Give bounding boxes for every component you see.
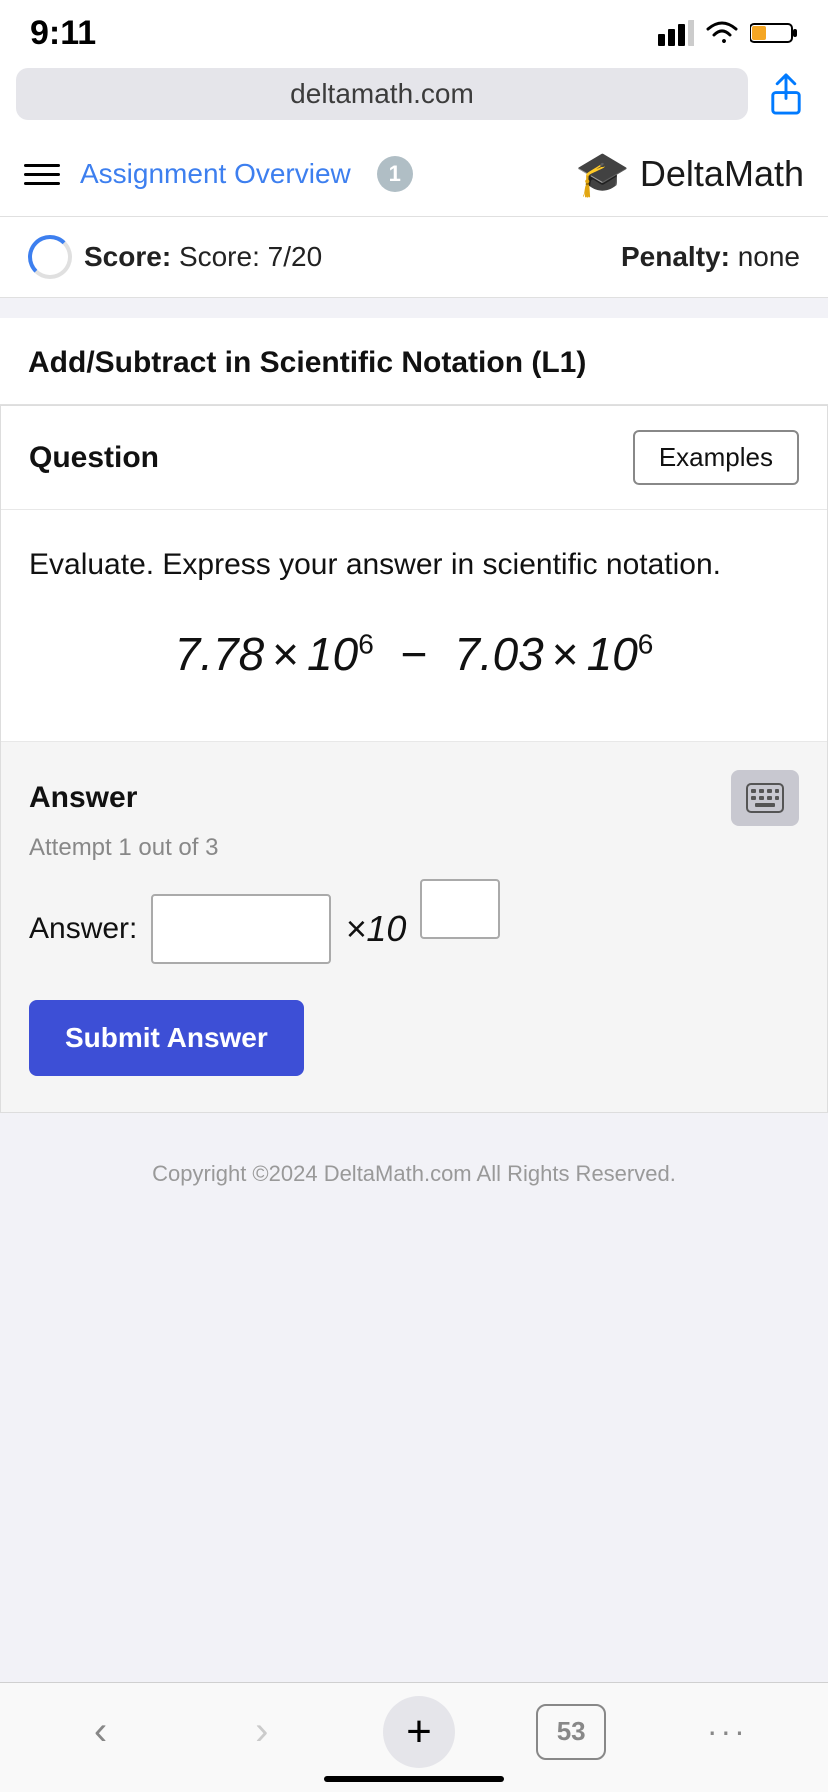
question-card: Question Examples Evaluate. Express your… (0, 405, 828, 1113)
hamburger-menu-icon[interactable] (24, 164, 60, 185)
footer: Copyright ©2024 DeltaMath.com All Rights… (0, 1113, 828, 1211)
status-icons (658, 19, 798, 47)
penalty-text: Penalty: none (621, 241, 800, 273)
home-indicator (324, 1776, 504, 1782)
problem-title-bar: Add/Subtract in Scientific Notation (L1) (0, 318, 828, 405)
copyright-text: Copyright ©2024 DeltaMath.com All Rights… (152, 1161, 676, 1186)
math-term1: 7.78×106 (175, 628, 387, 680)
address-bar[interactable]: deltamath.com (16, 68, 748, 120)
answer-header: Answer (29, 770, 799, 826)
score-bar: Score: Score: 7/20 Penalty: none (0, 217, 828, 298)
nav-badge: 1 (377, 156, 413, 192)
tab-count-button[interactable]: 53 (536, 1704, 606, 1760)
math-expression: 7.78×106 − 7.03×106 (29, 627, 799, 681)
wifi-icon (704, 19, 740, 47)
battery-icon (750, 21, 798, 45)
times-10-text: ×10 (345, 908, 406, 950)
coefficient-input[interactable] (151, 894, 331, 964)
answer-section: Answer Attempt 1 (1, 742, 827, 1112)
more-button[interactable]: ··· (687, 1702, 767, 1762)
back-button[interactable]: ‹ (61, 1702, 141, 1762)
attempt-text: Attempt 1 out of 3 (29, 834, 799, 862)
share-button[interactable] (760, 68, 812, 120)
deltamath-logo: 🎓 DeltaMath (575, 148, 804, 200)
url-text: deltamath.com (290, 78, 474, 110)
problem-title: Add/Subtract in Scientific Notation (L1) (28, 346, 800, 380)
math-term2: 7.03×106 (454, 628, 653, 680)
status-time: 9:11 (30, 14, 96, 53)
question-header: Question Examples (1, 406, 827, 510)
keyboard-button[interactable] (731, 770, 799, 826)
address-bar-wrap: deltamath.com (0, 60, 828, 132)
answer-label: Answer (29, 781, 137, 815)
logo-text: DeltaMath (640, 153, 804, 195)
submit-answer-button[interactable]: Submit Answer (29, 1000, 304, 1076)
question-body: Evaluate. Express your answer in scienti… (1, 510, 827, 742)
examples-button[interactable]: Examples (633, 430, 799, 485)
score-circle-icon (28, 235, 72, 279)
graduation-cap-icon: 🎓 (575, 148, 630, 200)
new-tab-button[interactable]: + (383, 1696, 455, 1768)
question-label: Question (29, 441, 159, 475)
status-bar: 9:11 (0, 0, 828, 60)
question-prompt: Evaluate. Express your answer in scienti… (29, 542, 799, 587)
answer-row-label: Answer: (29, 912, 137, 946)
score-text: Score: Score: 7/20 (84, 241, 322, 273)
score-left: Score: Score: 7/20 (28, 235, 322, 279)
exponent-input[interactable] (420, 879, 500, 939)
signal-icon (658, 20, 694, 46)
assignment-overview-link[interactable]: Assignment Overview (80, 158, 351, 190)
nav-bar: Assignment Overview 1 🎓 DeltaMath (0, 132, 828, 217)
answer-input-row: Answer: ×10 (29, 894, 799, 964)
forward-button[interactable]: › (222, 1702, 302, 1762)
